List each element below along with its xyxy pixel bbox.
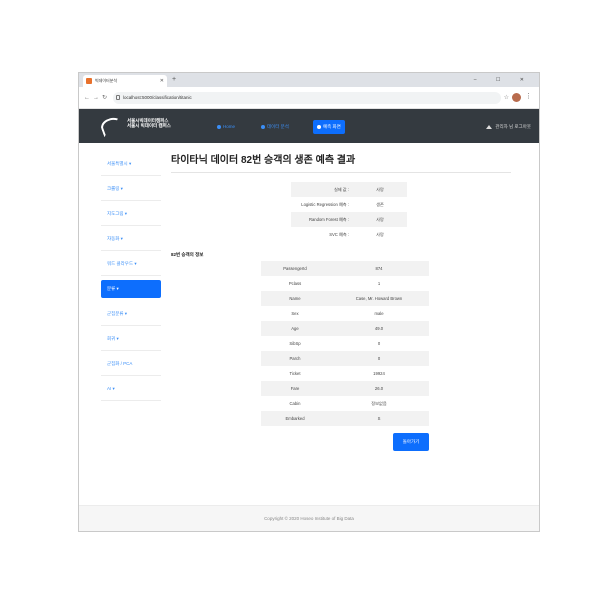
user-icon <box>486 124 493 129</box>
table-row: Sex male <box>291 311 384 316</box>
browser-tab[interactable]: 빅데이터분석 ✕ <box>83 75 167 87</box>
prediction-table: 실제 값 : 사망 Logistic Regression 예측 : 생존 Rand… <box>291 182 407 242</box>
table-row: Logistic Regression 예측 : 생존 <box>301 201 384 207</box>
table-row: Embarked S <box>261 411 429 426</box>
sidebar-item-wordcloud[interactable]: 워드 클라우드 ▾ <box>101 251 161 276</box>
kebab-menu-icon[interactable]: ⋮ <box>525 92 532 102</box>
table-row: SVC 예측 : 사망 <box>329 231 384 237</box>
nav-data-analysis[interactable]: 데이터 분석 <box>257 120 293 134</box>
divider <box>171 172 511 173</box>
browser-window: 빅데이터분석 ✕ + – ☐ ✕ ← → ↻ localhost:5000/cl… <box>78 72 540 532</box>
sidebar-item-clustering-pca[interactable]: 군집화 / PCA <box>101 351 161 376</box>
new-tab-icon[interactable]: + <box>172 74 176 86</box>
table-row: SibSp 0 <box>289 341 381 346</box>
nav-home[interactable]: Home <box>213 120 239 134</box>
user-menu[interactable]: 관리자 님 로그아웃 <box>486 120 531 134</box>
info-icon[interactable] <box>116 95 120 100</box>
sidebar-item-ai[interactable]: AI ▾ <box>101 376 161 401</box>
sidebar-item-classification[interactable]: 분류 ▾ <box>101 280 161 298</box>
table-row: Age 49.0 <box>261 321 429 336</box>
back-button[interactable]: 돌아가기 <box>393 433 429 451</box>
back-arrow-icon[interactable]: ← <box>84 93 90 103</box>
sidebar-item-automation[interactable]: 자동화 ▾ <box>101 226 161 251</box>
section-label: 82번 승객의 정보 <box>171 252 204 257</box>
footer: Copyright © 2020 Hoseo Institute of Big … <box>79 505 539 531</box>
window-controls[interactable]: – ☐ ✕ <box>474 74 533 86</box>
table-row: Cabin 정보없음 <box>289 400 387 407</box>
sidebar: 서울특별시 ▾ 크롤링 ▾ 지도그림 ▾ 자동화 ▾ 워드 클라우드 ▾ 분류 … <box>101 151 161 401</box>
reload-icon[interactable]: ↻ <box>102 93 107 103</box>
chart-icon <box>261 124 265 129</box>
logo-swoosh-icon <box>98 114 126 138</box>
table-row: PassengerId 874 <box>261 261 429 276</box>
sidebar-item-regression[interactable]: 회귀 ▾ <box>101 326 161 351</box>
table-row: Name Case, Mr. Howard Brown <box>261 291 429 306</box>
site-logo[interactable]: 서울시빅데이터캠퍼스 서울시 빅데이터 캠퍼스 <box>98 114 181 138</box>
table-row: Pclass 1 <box>288 281 381 286</box>
passenger-info-table: PassengerId 874 Pclass 1 Name Case, Mr. How… <box>261 261 429 426</box>
browser-tab-strip: 빅데이터분석 ✕ + – ☐ ✕ <box>79 73 539 87</box>
home-icon <box>217 124 221 129</box>
table-row: Random Forest 예측 : 사망 <box>291 212 407 227</box>
circle-icon <box>317 124 321 129</box>
sidebar-item-cluster-classification[interactable]: 군집분류 ▾ <box>101 301 161 326</box>
table-row: Ticket 19924 <box>289 371 385 376</box>
nav-prediction[interactable]: 예측 화면 <box>313 120 345 134</box>
profile-avatar-icon[interactable] <box>512 93 521 102</box>
close-tab-icon[interactable]: ✕ <box>160 75 164 87</box>
url-field[interactable]: localhost:5000/classification/titanic <box>113 92 501 104</box>
sidebar-item-seoul[interactable]: 서울특별시 ▾ <box>101 151 161 176</box>
table-row: 실제 값 : 사망 <box>291 182 407 197</box>
page-title: 타이타닉 데이터 82번 승객의 생존 예측 결과 <box>171 155 356 166</box>
tab-title: 빅데이터분석 <box>95 78 118 83</box>
sidebar-item-map[interactable]: 지도그림 ▾ <box>101 201 161 226</box>
forward-arrow-icon[interactable]: → <box>93 93 99 103</box>
favicon-icon <box>86 78 92 84</box>
app-navbar: 서울시빅데이터캠퍼스 서울시 빅데이터 캠퍼스 Home 데이터 분석 예측 화… <box>79 109 539 143</box>
address-bar: ← → ↻ localhost:5000/classification/tita… <box>79 87 539 109</box>
url-text: localhost:5000/classification/titanic <box>123 95 192 100</box>
table-row: Fare 26.0 <box>261 381 429 396</box>
sidebar-item-crawling[interactable]: 크롤링 ▾ <box>101 176 161 201</box>
table-row: Parch 0 <box>261 351 429 366</box>
logo-line2: 서울시 빅데이터 캠퍼스 <box>127 123 171 128</box>
star-icon[interactable]: ☆ <box>504 93 509 103</box>
